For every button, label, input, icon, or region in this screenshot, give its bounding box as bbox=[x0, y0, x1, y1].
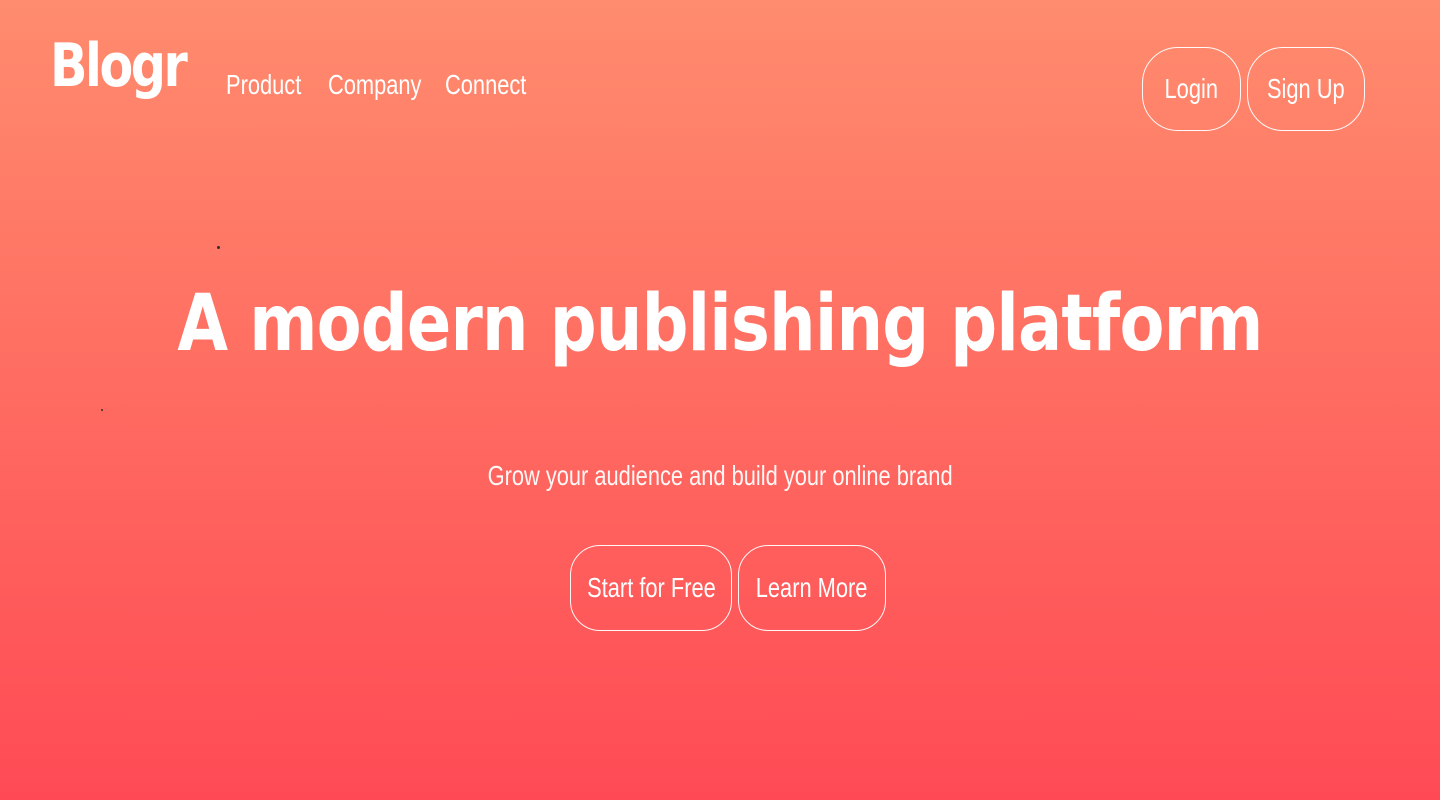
start-for-free-label: Start for Free bbox=[586, 572, 716, 603]
sign-up-button-label: Sign Up bbox=[1267, 73, 1345, 104]
learn-more-button[interactable]: Learn More bbox=[738, 545, 886, 631]
main-nav: Product Company Connect bbox=[226, 68, 526, 102]
nav-item-connect[interactable]: Connect bbox=[445, 68, 526, 102]
hero-subtitle: Grow your audience and build your online… bbox=[487, 460, 953, 491]
login-button-label: Login bbox=[1164, 73, 1219, 104]
hero-title: A modern publishing platform bbox=[177, 279, 1263, 369]
brand-logo[interactable]: Blogr bbox=[50, 36, 188, 96]
sign-up-button[interactable]: Sign Up bbox=[1247, 47, 1365, 131]
hero-section: Blogr Product Company Connect Login Sign… bbox=[0, 0, 1440, 800]
learn-more-label: Learn More bbox=[756, 572, 868, 603]
nav-item-company[interactable]: Company bbox=[328, 68, 421, 102]
nav-item-product[interactable]: Product bbox=[226, 68, 301, 102]
stray-dot bbox=[217, 246, 220, 249]
login-button[interactable]: Login bbox=[1142, 47, 1241, 131]
stray-dot bbox=[101, 409, 103, 411]
start-for-free-button[interactable]: Start for Free bbox=[570, 545, 732, 631]
